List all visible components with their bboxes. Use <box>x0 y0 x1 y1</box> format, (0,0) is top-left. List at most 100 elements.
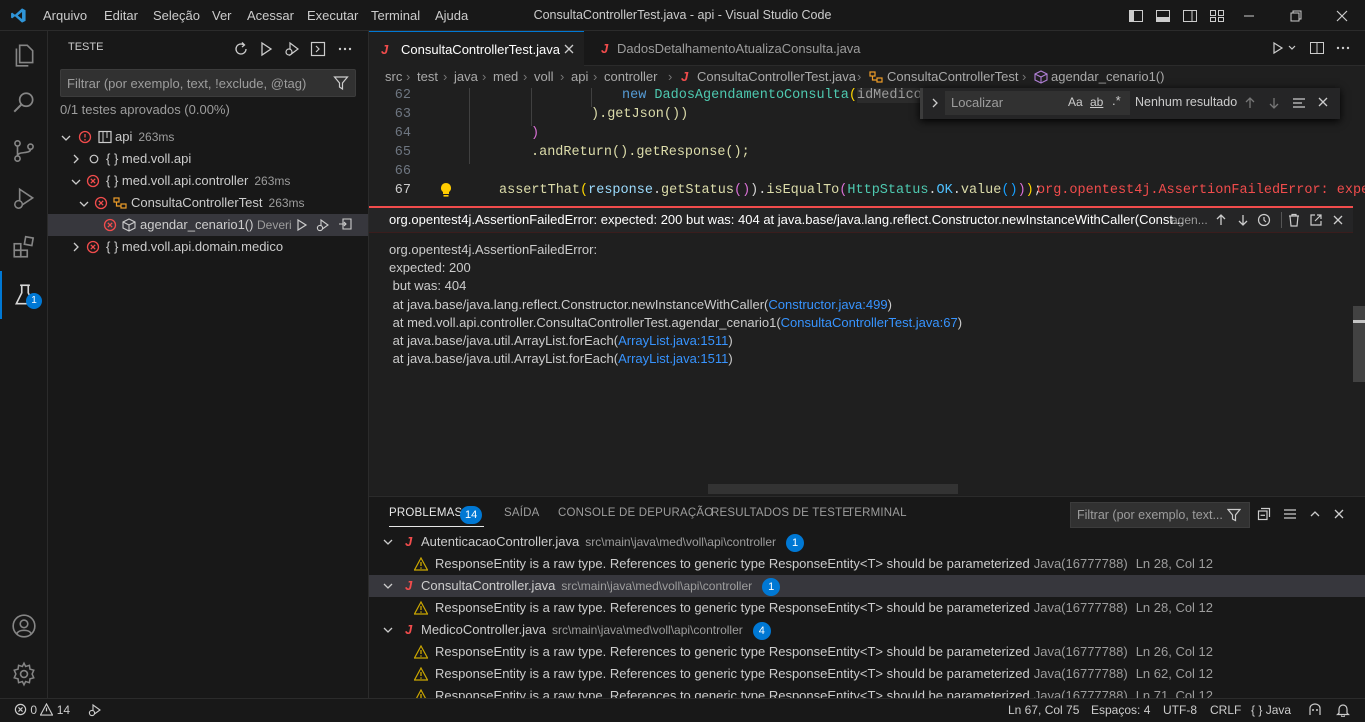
lightbulb-icon[interactable] <box>439 182 453 198</box>
test-tree-item-class[interactable]: ConsultaControllerTest 263ms <box>48 192 368 214</box>
tab-problems[interactable]: PROBLEMAS <box>389 507 462 519</box>
tab-test-results[interactable]: RESULTADOS DE TESTE <box>711 507 850 519</box>
test-filter-input[interactable]: Filtrar (por exemplo, text, !exclude, @t… <box>60 69 356 97</box>
horizontal-scrollbar-thumb[interactable] <box>708 484 958 494</box>
stack-link[interactable]: ArrayList.java:1511 <box>618 351 728 366</box>
end-of-line[interactable]: CRLF <box>1210 703 1241 717</box>
notifications-bell-icon[interactable] <box>1336 703 1350 717</box>
filter-icon[interactable] <box>1227 508 1241 522</box>
problem-row[interactable]: ResponseEntity is a raw type. References… <box>369 685 1365 698</box>
tab-output[interactable]: SAÍDA <box>504 507 540 519</box>
chevron-right-icon[interactable] <box>929 97 941 109</box>
menu-editar[interactable]: Editar <box>104 8 138 23</box>
cursor-position[interactable]: Ln 67, Col 75 <box>1008 703 1079 717</box>
accounts-icon[interactable] <box>0 602 48 650</box>
minimize-icon[interactable] <box>1242 9 1256 23</box>
customize-layout-icon[interactable] <box>1209 8 1225 24</box>
toggle-panel-icon[interactable] <box>1155 8 1171 24</box>
run-and-debug-icon[interactable] <box>0 175 48 223</box>
copilot-icon[interactable] <box>1307 703 1323 717</box>
debug-tests-icon[interactable] <box>284 41 300 57</box>
whole-word-toggle[interactable]: ab <box>1090 95 1103 109</box>
refresh-tests-icon[interactable] <box>233 41 249 57</box>
history-icon[interactable] <box>1256 213 1272 227</box>
match-case-toggle[interactable]: Aa <box>1068 95 1083 109</box>
maximize-panel-chevron-up-icon[interactable] <box>1309 508 1321 520</box>
tab-terminal[interactable]: TERMINAL <box>847 507 907 519</box>
source-control-icon[interactable] <box>0 127 48 175</box>
toggle-primary-sidebar-icon[interactable] <box>1128 8 1144 24</box>
close-find-icon[interactable] <box>1317 96 1329 108</box>
open-external-icon[interactable] <box>1309 213 1323 227</box>
show-output-icon[interactable] <box>310 41 326 57</box>
trash-icon[interactable] <box>1287 213 1301 227</box>
go-to-test-icon[interactable] <box>338 218 354 232</box>
run-tests-icon[interactable] <box>258 41 274 57</box>
extensions-icon[interactable] <box>0 223 48 271</box>
split-editor-icon[interactable] <box>1309 40 1325 56</box>
tab-consulta-controller-test[interactable]: J ConsultaControllerTest.java <box>369 31 584 66</box>
stack-link[interactable]: ConsultaControllerTest.java:67 <box>781 315 958 330</box>
close-panel-icon[interactable] <box>1333 508 1345 520</box>
editor-scrollbar[interactable] <box>1353 206 1365 496</box>
encoding[interactable]: UTF-8 <box>1163 703 1197 717</box>
scrollbar-thumb[interactable] <box>1353 306 1365 382</box>
menu-selecao[interactable]: Seleção <box>153 8 200 23</box>
debug-test-icon[interactable] <box>316 218 330 232</box>
problem-row[interactable]: ResponseEntity is a raw type. References… <box>369 663 1365 685</box>
arrow-up-icon[interactable] <box>1243 96 1257 110</box>
search-icon[interactable] <box>0 79 48 127</box>
test-tree-item-domain[interactable]: { } med.voll.api.domain.medico <box>48 236 368 258</box>
test-tree-item-controller[interactable]: { } med.voll.api.controller 263ms <box>48 170 368 192</box>
arrow-down-icon[interactable] <box>1267 96 1281 110</box>
run-test-icon[interactable] <box>295 218 309 232</box>
panel-more-actions-icon[interactable] <box>1282 507 1298 521</box>
problem-row[interactable]: ResponseEntity is a raw type. References… <box>369 553 1365 575</box>
breadcrumb-item[interactable]: api <box>571 66 588 88</box>
breadcrumb-item[interactable]: src <box>385 66 402 88</box>
filter-icon[interactable] <box>333 75 349 91</box>
problems-filter-input[interactable]: Filtrar (por exemplo, text... <box>1070 502 1250 528</box>
menu-ver[interactable]: Ver <box>212 8 232 23</box>
regex-icon[interactable]: .* <box>1112 93 1121 108</box>
indentation[interactable]: Espaços: 4 <box>1091 703 1150 717</box>
breadcrumb-item[interactable]: ConsultaControllerTest <box>887 66 1019 88</box>
breadcrumb-item[interactable]: test <box>417 66 438 88</box>
close-tab-icon[interactable] <box>563 43 575 55</box>
collapse-all-icon[interactable] <box>1257 507 1271 521</box>
tab-debug-console[interactable]: CONSOLE DE DEPURAÇÃO <box>558 507 713 519</box>
problem-group-row[interactable]: J AutenticacaoController.java src\main\ja… <box>369 531 1365 553</box>
test-tree-item-method[interactable]: agendar_cenario1() Deveri <box>48 214 368 236</box>
restore-icon[interactable] <box>1289 9 1303 23</box>
editor-more-actions-icon[interactable] <box>1335 40 1351 56</box>
find-in-selection-icon[interactable] <box>1291 96 1307 110</box>
tab-dados-detalhamento[interactable]: J DadosDetalhamentoAtualizaConsulta.java <box>585 31 885 66</box>
problem-group-row[interactable]: J MedicoController.java src\main\java\med… <box>369 619 1365 641</box>
close-peek-icon[interactable] <box>1332 214 1344 226</box>
next-error-icon[interactable] <box>1236 213 1250 227</box>
problems-status[interactable]: 0 14 <box>14 703 70 717</box>
explorer-icon[interactable] <box>0 31 48 79</box>
breadcrumb-item[interactable]: med <box>493 66 518 88</box>
testing-icon[interactable]: 1 <box>0 271 48 319</box>
test-tree-item-api[interactable]: api 263ms <box>48 126 368 148</box>
menu-acessar[interactable]: Acessar <box>247 8 294 23</box>
menu-ajuda[interactable]: Ajuda <box>435 8 468 23</box>
close-window-icon[interactable] <box>1335 9 1349 23</box>
debug-launch-icon[interactable] <box>88 703 102 717</box>
find-input[interactable]: Localizar Aa ab .* <box>945 91 1130 115</box>
problem-row[interactable]: ResponseEntity is a raw type. References… <box>369 597 1365 619</box>
problem-group-row[interactable]: J ConsultaController.java src\main\java\m… <box>369 575 1365 597</box>
breadcrumb-item[interactable]: java <box>454 66 478 88</box>
breadcrumb-item[interactable]: agendar_cenario1() <box>1051 66 1164 88</box>
run-java-icon[interactable] <box>1271 41 1285 55</box>
menu-executar[interactable]: Executar <box>307 8 358 23</box>
breadcrumb-item[interactable]: voll <box>534 66 554 88</box>
previous-error-icon[interactable] <box>1214 213 1228 227</box>
toggle-secondary-sidebar-icon[interactable] <box>1182 8 1198 24</box>
menu-arquivo[interactable]: Arquivo <box>43 8 87 23</box>
more-actions-icon[interactable] <box>337 41 353 57</box>
problem-row[interactable]: ResponseEntity is a raw type. References… <box>369 641 1365 663</box>
breadcrumb-item[interactable]: ConsultaControllerTest.java <box>697 66 856 88</box>
breadcrumb-item[interactable]: controller <box>604 66 657 88</box>
